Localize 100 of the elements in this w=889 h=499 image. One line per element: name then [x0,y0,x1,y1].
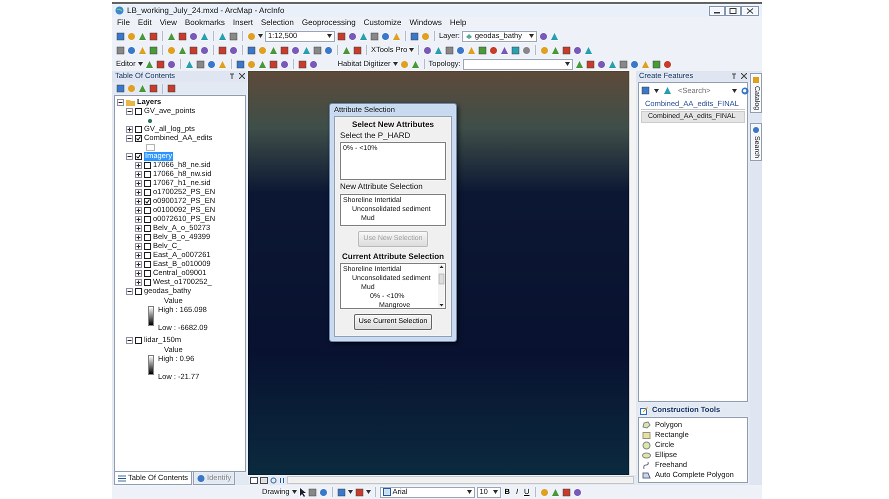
close-icon[interactable] [741,73,747,79]
search-panel-icon [752,126,760,134]
catalog-icon [752,76,760,84]
checkbox[interactable] [144,162,151,169]
caret-icon[interactable] [392,62,398,66]
expand-icon[interactable] [135,216,142,223]
menu-item[interactable]: View [160,18,177,28]
checkbox[interactable] [144,243,151,250]
caret-icon[interactable] [528,34,534,38]
toolbar-icon[interactable] [663,86,672,95]
list-icon [118,474,126,482]
menu-item[interactable]: Windows [409,18,442,28]
freehand-tool-icon [642,460,651,470]
checkbox[interactable] [144,261,151,268]
menu-item[interactable]: Selection [260,18,294,28]
search-icon[interactable] [741,86,749,94]
caret-icon[interactable] [366,490,371,494]
checkbox[interactable] [135,126,142,133]
collapse-icon[interactable] [126,288,133,295]
expand-icon[interactable] [126,126,133,133]
checkbox[interactable] [144,252,151,259]
horizontal-scrollbar[interactable] [287,476,634,484]
caret-icon[interactable] [654,88,659,92]
window-title: LB_working_July_24.mxd - ArcMap - ArcInfo [127,6,286,16]
construction-tools-icon [640,406,648,415]
menu-item[interactable]: Insert [232,18,253,28]
expand-icon[interactable] [135,171,142,178]
caret-icon[interactable] [492,490,498,494]
restore-icon[interactable] [725,6,741,16]
checkbox[interactable] [144,189,151,196]
expand-icon[interactable] [135,252,142,259]
data-view-icon[interactable] [260,476,268,484]
app-globe-icon [115,6,124,15]
checkbox[interactable] [144,225,151,232]
expand-icon[interactable] [135,225,142,232]
circle-tool-icon [642,440,651,450]
font-icon [382,488,391,496]
section-heading: Current Attribute Selection [341,252,445,261]
refresh-icon[interactable] [270,476,277,484]
expand-icon[interactable] [135,198,142,205]
field-label: Select the P_HARD [340,131,412,140]
checkbox[interactable] [135,135,142,142]
menu-item[interactable]: File [117,18,130,28]
caret-icon[interactable] [409,48,414,52]
color-ramp [148,355,154,375]
expand-icon[interactable] [135,234,142,241]
expand-icon[interactable] [135,180,142,187]
vertical-scrollbar[interactable] [629,71,636,475]
list-scrollbar-icon[interactable] [438,264,445,308]
menu-item[interactable]: Customize [364,18,402,28]
caret-icon[interactable] [292,490,297,494]
collapse-icon[interactable] [126,135,133,142]
checkbox[interactable] [144,180,151,187]
caret-icon[interactable] [466,490,472,494]
menu-item[interactable]: Geoprocessing [302,18,356,28]
checkbox[interactable] [144,234,151,241]
caret-icon[interactable] [138,62,143,66]
ellipse-tool-icon [642,450,651,460]
checkbox[interactable] [144,216,151,223]
caret-icon[interactable] [327,34,332,38]
menu-item[interactable]: Edit [138,18,152,28]
pointer-icon[interactable] [298,488,306,496]
menu-item[interactable]: Help [450,18,466,28]
checkbox[interactable] [135,108,142,115]
expand-icon[interactable] [135,270,142,277]
caret-icon[interactable] [348,490,353,494]
autocomplete-tool-icon [642,470,651,480]
expand-icon[interactable] [135,207,142,214]
checkbox[interactable] [144,279,151,286]
rectangle-tool-icon [642,430,651,440]
checkbox[interactable] [135,153,142,160]
caret-icon[interactable] [732,88,737,92]
layout-view-icon[interactable] [250,476,258,484]
collapse-icon[interactable] [126,337,133,344]
close-icon[interactable] [239,73,245,79]
expand-icon[interactable] [135,243,142,250]
caret-icon[interactable] [258,34,263,38]
collapse-icon[interactable] [126,153,133,160]
collapse-icon[interactable] [117,99,124,106]
checkbox[interactable] [135,337,142,344]
checkbox[interactable] [144,207,151,214]
expand-icon[interactable] [135,162,142,169]
close-icon[interactable] [741,6,759,16]
layer-icon [464,32,473,40]
menu-item[interactable]: Bookmarks [184,18,225,28]
caret-icon[interactable] [564,62,570,66]
minimize-icon[interactable] [709,6,725,16]
field-label: New Attribute Selection [340,182,424,192]
pause-icon[interactable] [279,476,285,484]
checkbox[interactable] [144,171,151,178]
checkbox[interactable] [135,288,142,295]
checkbox[interactable] [144,198,151,205]
polygon-symbol-icon [146,144,155,151]
checkbox[interactable] [144,270,151,277]
toolbar-icon[interactable] [641,86,650,95]
expand-icon[interactable] [135,189,142,196]
expand-icon[interactable] [135,261,142,268]
expand-icon[interactable] [135,279,142,286]
collapse-icon[interactable] [126,108,133,115]
info-icon [197,474,206,482]
